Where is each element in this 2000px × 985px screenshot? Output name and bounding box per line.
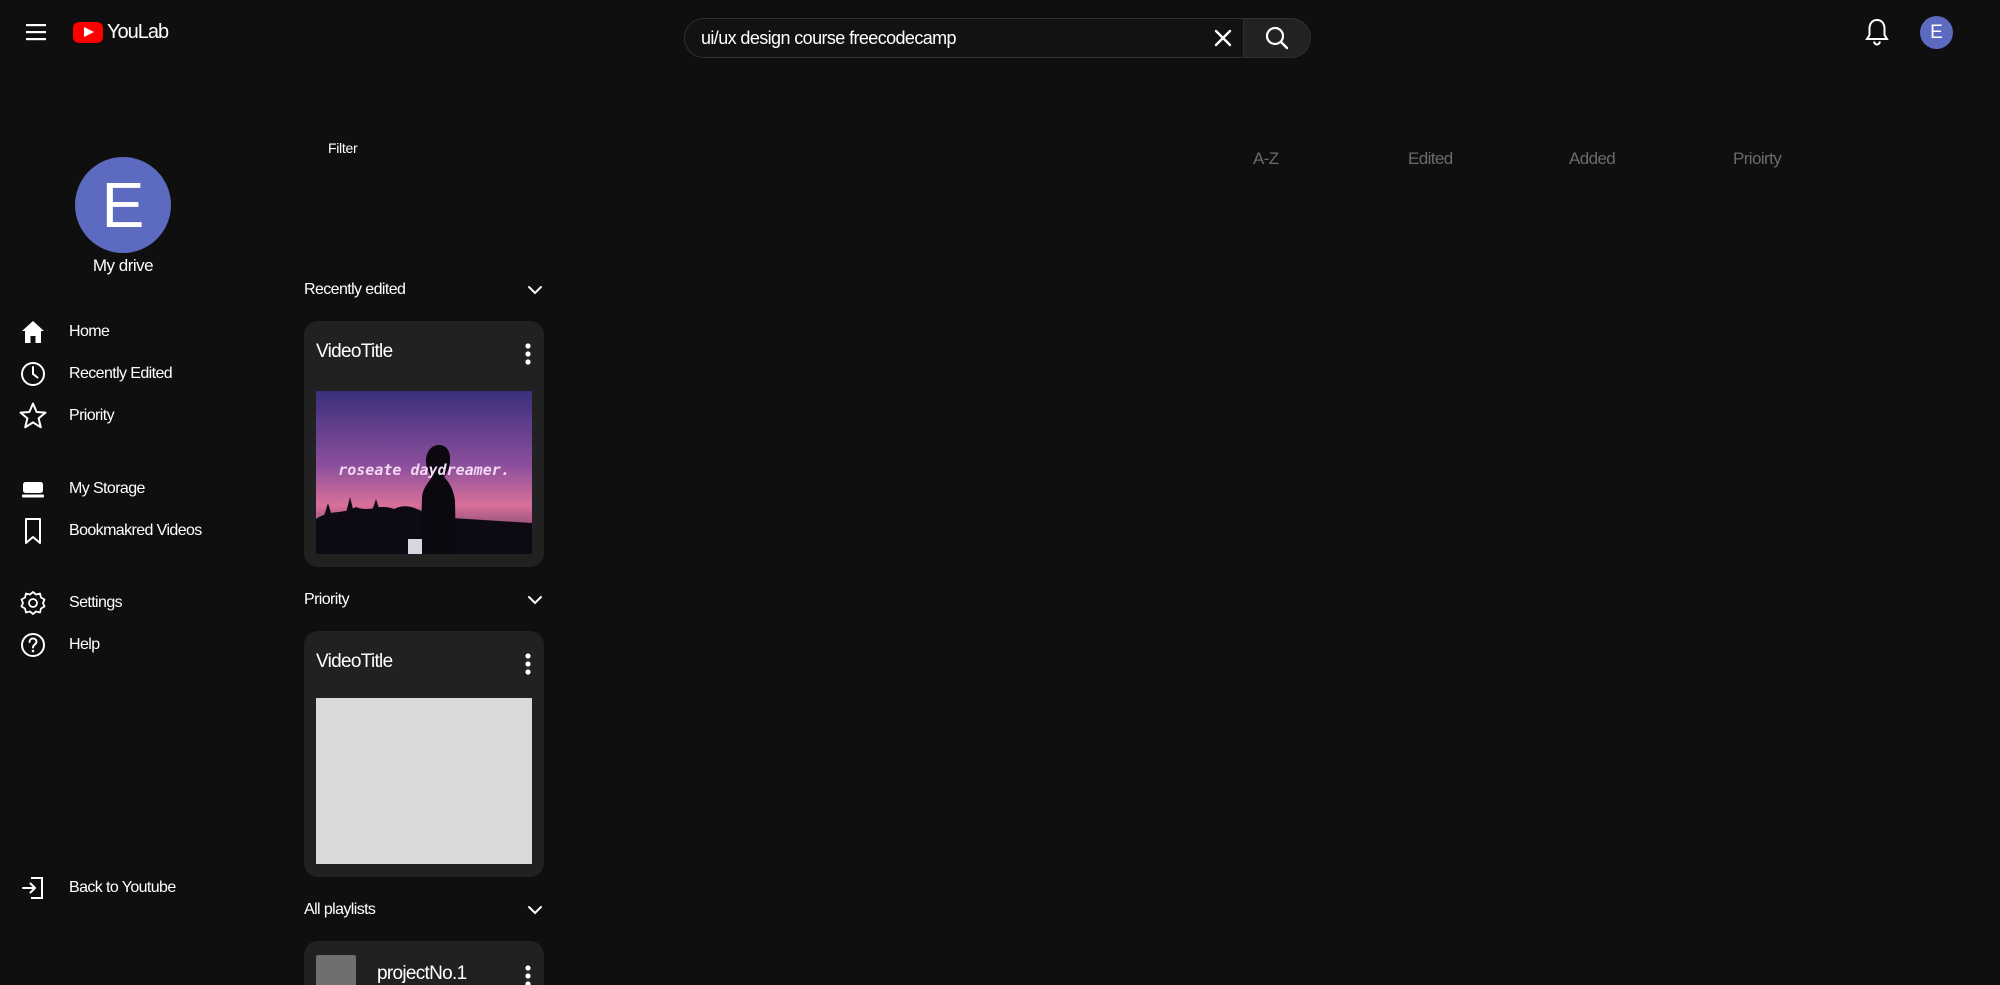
search-bar (684, 18, 1244, 58)
clear-search-button[interactable] (1203, 18, 1243, 58)
storage-icon (18, 474, 48, 504)
menu-button[interactable] (20, 18, 52, 46)
sidebar-item-label: My Storage (69, 480, 145, 497)
playlist-title: projectNo.1 (377, 963, 467, 984)
hamburger-icon (26, 24, 46, 41)
search-button[interactable] (1243, 18, 1311, 58)
user-avatar[interactable]: E (1920, 16, 1953, 49)
section-recently-edited-header[interactable]: Recently edited (304, 278, 544, 302)
chevron-down-icon (528, 906, 542, 915)
sidebar-item-label: Recently Edited (69, 365, 173, 382)
app-name: YouLab (107, 20, 169, 43)
sidebar-item-label: Back to Youtube (69, 879, 176, 896)
more-options-button[interactable] (520, 963, 536, 985)
sidebar-item-label: Settings (69, 594, 123, 611)
more-vert-icon (525, 653, 531, 675)
sort-priority[interactable]: Prioirty (1733, 149, 1782, 169)
section-priority-header[interactable]: Priority (304, 588, 544, 612)
section-title: Priority (304, 591, 350, 608)
star-icon (18, 401, 48, 431)
more-options-button[interactable] (520, 651, 536, 677)
video-title: VideoTitle (316, 341, 393, 362)
video-card[interactable]: VideoTitle (304, 631, 544, 877)
playlist-card[interactable]: projectNo.1 (304, 941, 544, 985)
sidebar-item-label: Bookmakred Videos (69, 522, 202, 539)
notifications-button[interactable] (1862, 16, 1892, 48)
sort-added[interactable]: Added (1569, 149, 1616, 169)
filter-button[interactable]: Filter (328, 140, 358, 156)
playlist-thumbnail (316, 955, 356, 985)
sidebar-item-help[interactable]: Help (18, 630, 100, 660)
back-to-youtube-link[interactable]: Back to Youtube (18, 873, 176, 903)
sidebar-item-settings[interactable]: Settings (18, 588, 123, 618)
sidebar-item-label: Home (69, 323, 110, 340)
more-options-button[interactable] (520, 341, 536, 367)
sidebar-item-label: Help (69, 636, 100, 653)
close-icon (1214, 29, 1232, 47)
more-vert-icon (525, 965, 531, 985)
video-thumbnail-placeholder[interactable] (316, 698, 532, 864)
section-all-playlists-header[interactable]: All playlists (304, 898, 544, 922)
sidebar-item-bookmarked-videos[interactable]: Bookmakred Videos (18, 516, 202, 546)
chevron-down-icon (528, 286, 542, 295)
sidebar-item-home[interactable]: Home (18, 317, 110, 347)
gear-icon (18, 588, 48, 618)
video-thumbnail[interactable]: roseate daydreamer. (316, 391, 532, 554)
exit-icon (18, 873, 48, 903)
drive-avatar: E (75, 157, 171, 253)
bookmark-icon (18, 516, 48, 546)
sidebar-item-recently-edited[interactable]: Recently Edited (18, 359, 173, 389)
clock-icon (18, 359, 48, 389)
section-title: All playlists (304, 901, 376, 918)
video-title: VideoTitle (316, 651, 393, 672)
sort-a-z[interactable]: A-Z (1253, 149, 1279, 169)
home-icon (18, 317, 48, 347)
help-icon (18, 630, 48, 660)
chevron-down-icon (528, 596, 542, 605)
more-vert-icon (525, 343, 531, 365)
sort-edited[interactable]: Edited (1408, 149, 1453, 169)
bell-icon (1865, 18, 1889, 46)
thumbnail-overlay-text: roseate daydreamer. (338, 461, 510, 479)
app-logo[interactable]: YouLab (73, 20, 169, 44)
search-icon (1265, 26, 1289, 50)
video-card[interactable]: VideoTitle roseate daydreamer. (304, 321, 544, 567)
sidebar-item-label: Priority (69, 407, 115, 424)
search-input[interactable] (685, 27, 1203, 49)
drive-label: My drive (92, 256, 154, 275)
sidebar-item-priority[interactable]: Priority (18, 401, 115, 431)
sidebar-item-my-storage[interactable]: My Storage (18, 474, 145, 504)
play-logo-icon (73, 21, 103, 43)
section-title: Recently edited (304, 281, 406, 298)
